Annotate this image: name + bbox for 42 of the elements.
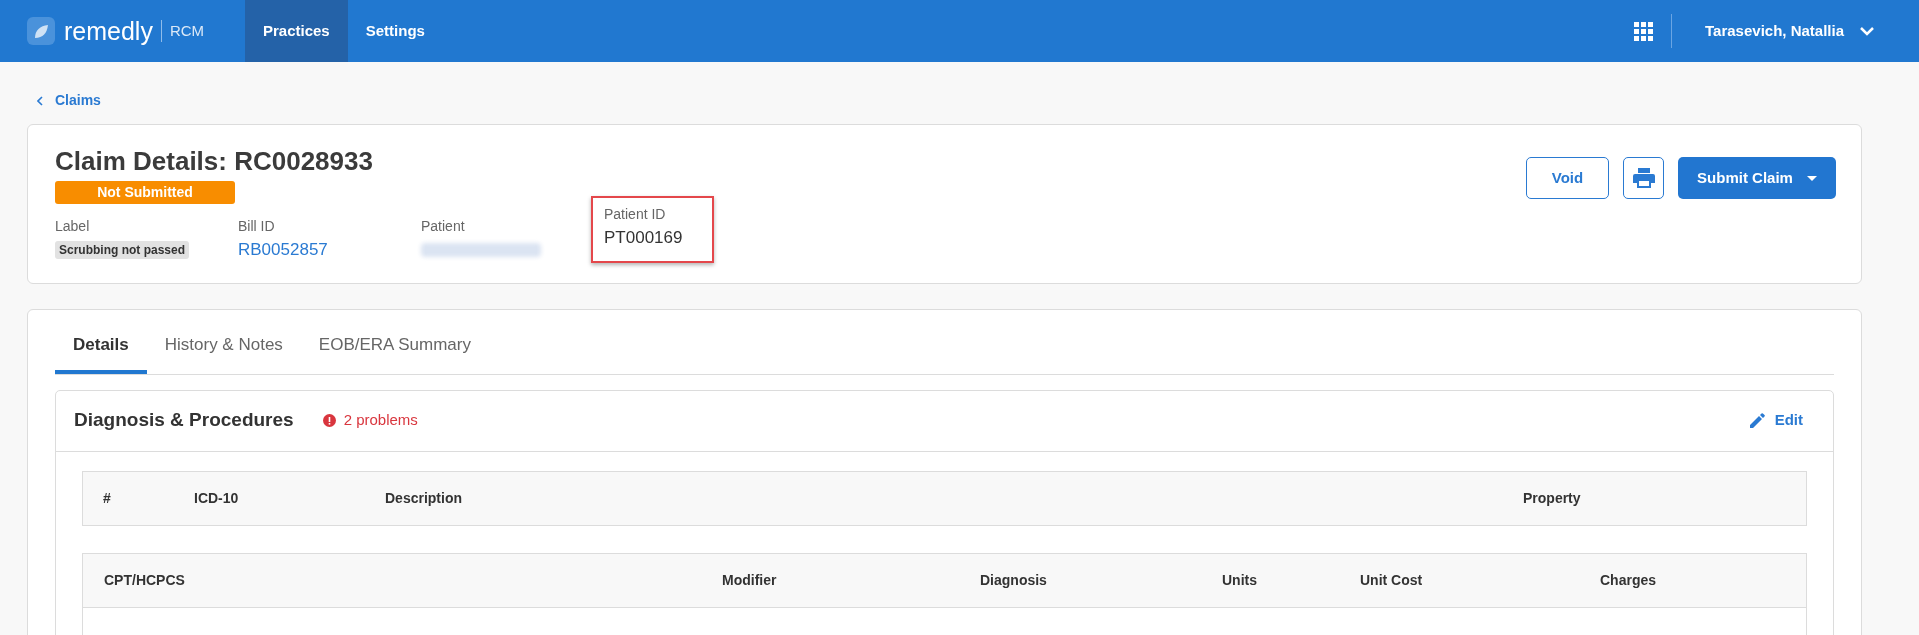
claim-title: Claim Details: RC0028933 [55,145,374,177]
field-label: Label [55,217,91,236]
nav-tab[interactable]: Practices [245,0,348,62]
field-label: Patient ID [604,205,667,224]
tab[interactable]: EOB/ERA Summary [300,332,489,374]
submit-claim-button[interactable]: Submit Claim [1678,157,1836,199]
bill-id-link[interactable]: RB0052857 [238,237,421,263]
brand-name: remedly [64,18,153,44]
column-header: Property [1523,488,1582,508]
print-button[interactable] [1623,157,1664,199]
column-header: Diagnosis [980,570,1048,590]
void-button[interactable]: Void [1526,157,1609,199]
chevron-down-icon [1860,26,1874,36]
label-tag: Scrubbing not passed [55,241,189,259]
error-icon [322,414,336,427]
edit-button[interactable]: Edit [1749,409,1803,432]
field-label: Bill ID [238,217,276,236]
field-label: Patient [421,217,466,236]
caret-icon [1806,175,1817,181]
pencil-icon [1749,413,1765,428]
nav-tab[interactable]: Settings [347,0,443,62]
chevron-left-icon [37,95,43,106]
column-header: Modifier [722,570,778,590]
column-header: Charges [1600,570,1658,590]
user-menu[interactable]: Tarasevich, Natallia [1705,19,1874,43]
column-header: CPT/HCPCS [104,570,186,590]
leaf-logo-icon [27,17,55,45]
column-header: Units [1222,570,1258,590]
section-title: Diagnosis & Procedures [74,408,294,433]
tab[interactable]: Details [55,332,147,374]
field-value: PT000169 [604,227,684,249]
column-header: Unit Cost [1360,570,1424,590]
status-badge: Not Submitted [55,181,235,204]
product-name: RCM [169,20,205,41]
column-header: ICD-10 [194,488,240,508]
apps-grid-icon [1634,21,1654,41]
tab[interactable]: History & Notes [146,332,301,374]
column-header: Description [385,488,463,508]
problems-count: 2 problems [343,410,418,431]
column-header: # [103,488,112,508]
back-link[interactable]: Claims [37,90,1862,111]
printer-icon [1632,168,1655,188]
